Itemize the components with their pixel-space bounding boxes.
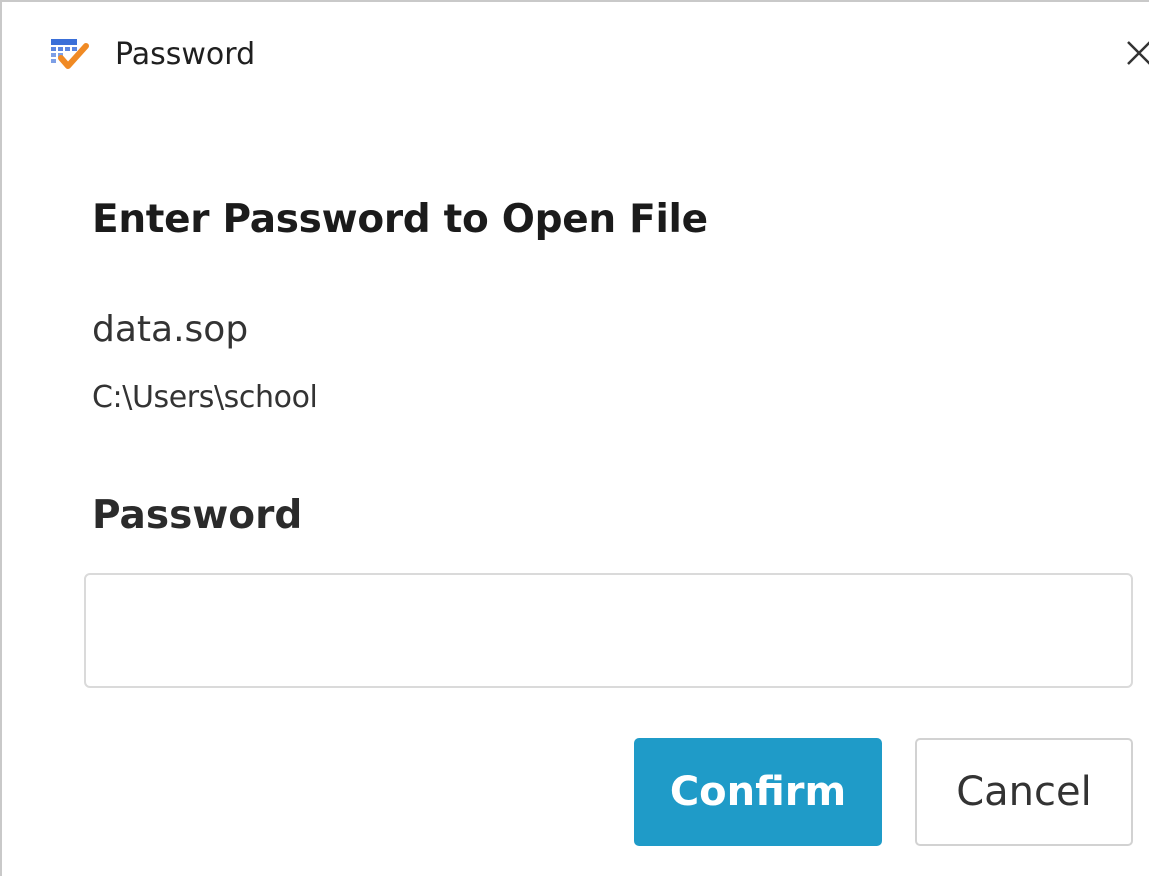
- dialog-heading: Enter Password to Open File: [92, 197, 708, 242]
- confirm-button[interactable]: Confirm: [634, 738, 882, 846]
- close-icon[interactable]: [1116, 28, 1149, 78]
- password-dialog: Password Enter Password to Open File dat…: [0, 0, 1149, 876]
- calendar-check-icon: [50, 38, 90, 74]
- cancel-button[interactable]: Cancel: [915, 738, 1133, 846]
- file-name: data.sop: [92, 309, 249, 350]
- password-input[interactable]: [84, 573, 1133, 688]
- password-label: Password: [92, 493, 303, 538]
- window-title: Password: [115, 37, 256, 72]
- title-bar: Password: [2, 2, 1149, 107]
- file-path: C:\Users\school: [92, 380, 318, 415]
